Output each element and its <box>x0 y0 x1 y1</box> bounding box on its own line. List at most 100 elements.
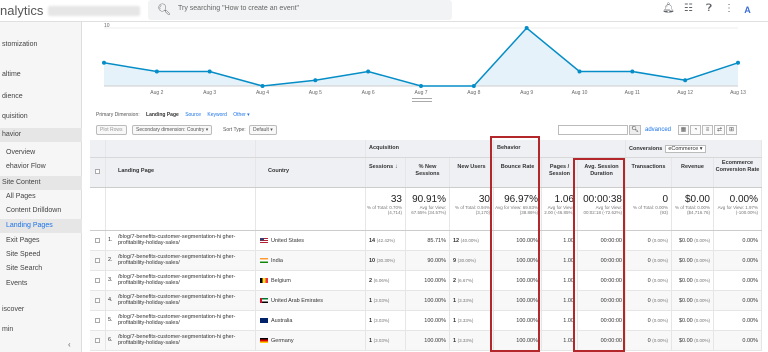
landing-page-link[interactable]: /blog/7-benefits-customer-segmentation-h… <box>118 254 255 266</box>
select-all-checkbox[interactable] <box>95 169 100 174</box>
sidebar-item[interactable]: altime <box>0 68 82 82</box>
advanced-link[interactable]: advanced <box>645 127 671 133</box>
transactions-value: 0 <box>647 238 651 244</box>
revenue-pct: (0.00%) <box>694 258 710 263</box>
view-percentage-icon[interactable]: ◔ <box>690 125 701 135</box>
row-checkbox[interactable] <box>95 278 100 283</box>
dimension-landing-page[interactable]: Landing Page <box>146 112 179 118</box>
sidebar-item[interactable]: All Pages <box>0 190 82 204</box>
data-point[interactable] <box>102 60 106 65</box>
col-country[interactable]: Country <box>256 158 366 187</box>
scroll-handle[interactable] <box>412 98 432 102</box>
goal-set-select[interactable]: eCommerce ▾ <box>665 145 706 153</box>
country-link[interactable]: Germany <box>271 338 294 344</box>
col-revenue[interactable]: Revenue <box>672 158 714 187</box>
data-point[interactable] <box>260 84 265 88</box>
sidebar-item[interactable]: Content Drilldown <box>0 204 82 218</box>
sidebar-item[interactable]: havior <box>0 128 82 142</box>
country-link[interactable]: United States <box>271 238 304 244</box>
total-ecommerce-rate: 0.00% Avg for View: 1.97% (-100.00%) <box>714 188 762 230</box>
country-link[interactable]: Belgium <box>271 278 291 284</box>
col-sessions[interactable]: Sessions ↓ <box>366 158 406 187</box>
new-sessions-value: 100.00% <box>406 291 450 310</box>
row-checkbox[interactable] <box>95 258 100 263</box>
data-point[interactable] <box>683 78 688 83</box>
data-point[interactable] <box>524 26 529 30</box>
ecommerce-rate-value: 0.00% <box>714 271 762 290</box>
data-point[interactable] <box>207 69 212 74</box>
bell-icon[interactable]: 🔔︎ <box>662 3 675 14</box>
secondary-dimension-select[interactable]: Secondary dimension: Country ▾ <box>132 125 213 135</box>
sidebar-item[interactable]: Landing Pages <box>0 219 82 233</box>
dimension-source[interactable]: Source <box>185 112 201 118</box>
row-checkbox[interactable] <box>95 298 100 303</box>
account-selector[interactable] <box>48 6 140 16</box>
collapse-sidebar-icon[interactable]: ‹ <box>68 340 71 349</box>
row-checkbox[interactable] <box>95 238 100 243</box>
view-comparison-icon[interactable]: ⇄ <box>714 125 725 135</box>
revenue-value: $0.00 <box>678 278 693 284</box>
landing-page-link[interactable]: /blog/7-benefits-customer-segmentation-h… <box>118 274 255 286</box>
sidebar-item[interactable]: dience <box>0 90 82 104</box>
country-link[interactable]: United Arab Emirates <box>271 298 323 304</box>
sidebar-item[interactable]: ehavior Flow <box>0 160 82 174</box>
dimension-keyword[interactable]: Keyword <box>207 112 226 118</box>
apps-grid-icon[interactable]: ☷ <box>684 3 693 14</box>
avatar[interactable]: A <box>740 3 755 18</box>
sidebar-item[interactable]: iscover <box>0 303 82 317</box>
sort-type-select[interactable]: Default ▾ <box>249 125 277 135</box>
landing-page-link[interactable]: /blog/7-benefits-customer-segmentation-h… <box>118 234 255 246</box>
avg-session-highlight <box>573 158 625 352</box>
landing-page-link[interactable]: /blog/7-benefits-customer-segmentation-h… <box>118 294 255 306</box>
search-bar[interactable]: 🔍︎ Try searching "How to create an event… <box>148 0 452 20</box>
x-tick-label: Aug 5 <box>309 90 322 96</box>
table-row: 1. /blog/7-benefits-customer-segmentation… <box>90 231 762 251</box>
area-fill <box>104 28 738 86</box>
data-point[interactable] <box>471 84 476 88</box>
data-point[interactable] <box>419 84 423 88</box>
acquisition-header: Acquisition <box>366 140 494 157</box>
revenue-value: $0.00 <box>678 298 693 304</box>
sidebar-item[interactable]: quisition <box>0 110 82 124</box>
sidebar-item[interactable]: stomization <box>0 38 82 52</box>
help-icon[interactable]: ❓︎ <box>706 3 712 14</box>
landing-page-link[interactable]: /blog/7-benefits-customer-segmentation-h… <box>118 334 255 346</box>
new-sessions-value: 90.00% <box>406 251 450 270</box>
table-search-input[interactable] <box>558 125 628 135</box>
sidebar-item[interactable]: Overview <box>0 146 82 160</box>
col-transactions[interactable]: Transactions <box>626 158 672 187</box>
sidebar-item[interactable]: Site Search <box>0 262 82 276</box>
line-chart: 10 Aug 2 Aug 3 Aug 4 Aug 5 Aug 6 Aug 7 Aug 8 Aug… <box>102 23 746 96</box>
view-pivot-icon[interactable]: ⊞ <box>726 125 737 135</box>
country-link[interactable]: Australia <box>271 318 292 324</box>
col-new-sessions[interactable]: % New Sessions <box>406 158 450 187</box>
sidebar-item[interactable]: Site Speed <box>0 248 82 262</box>
col-ecommerce-rate[interactable]: Ecommerce Conversion Rate <box>714 158 762 187</box>
view-performance-icon[interactable]: ≡ <box>702 125 713 135</box>
row-checkbox[interactable] <box>95 338 100 343</box>
view-table-icon[interactable]: ▦ <box>678 125 689 135</box>
landing-page-link[interactable]: /blog/7-benefits-customer-segmentation-h… <box>118 314 255 326</box>
dimension-other[interactable]: Other ▾ <box>233 112 249 118</box>
col-new-users[interactable]: New Users <box>450 158 494 187</box>
data-point[interactable] <box>577 69 582 74</box>
sidebar-item[interactable]: Events <box>0 277 82 291</box>
table-search-button[interactable]: 🔍︎ <box>629 125 641 135</box>
x-tick-label: Aug 13 <box>730 90 746 96</box>
sidebar: stomization altime dience quisition havior Ov… <box>0 22 82 352</box>
header-group-row: Acquisition Behavior Conversions eCommerc… <box>90 140 762 158</box>
new-users-value: 12 <box>453 238 460 244</box>
more-vert-icon[interactable]: ⋮ <box>724 3 734 14</box>
plot-rows-button[interactable]: Plot Rows <box>96 125 127 135</box>
data-point[interactable] <box>736 60 740 65</box>
row-checkbox[interactable] <box>95 318 100 323</box>
data-point[interactable] <box>154 69 159 74</box>
data-point[interactable] <box>313 78 318 83</box>
country-link[interactable]: India <box>271 258 283 264</box>
sidebar-item[interactable]: min <box>0 323 82 337</box>
data-point[interactable] <box>366 69 371 74</box>
sidebar-item[interactable]: Exit Pages <box>0 234 82 248</box>
col-landing-page[interactable]: Landing Page <box>106 158 256 187</box>
sidebar-item[interactable]: Site Content <box>0 176 82 190</box>
data-point[interactable] <box>630 69 635 74</box>
